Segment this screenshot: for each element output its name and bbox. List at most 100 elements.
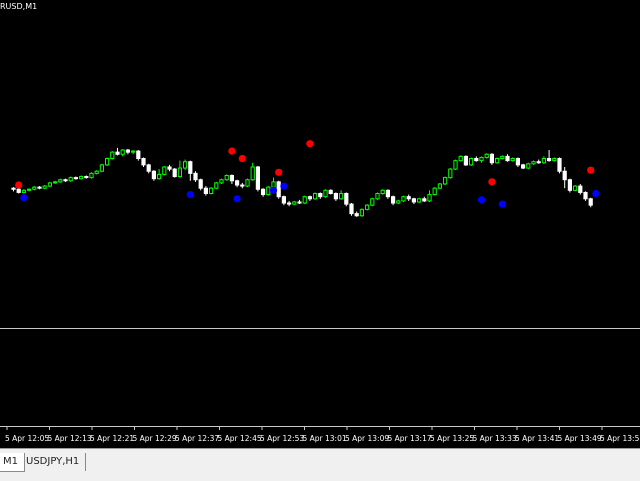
candle-body	[203, 187, 209, 194]
chart-window[interactable]: 5 Apr 12:05 5 Apr 12:13 5 Apr 12:21 5 Apr 1…	[0, 0, 640, 448]
candle-body	[359, 208, 364, 217]
x-tick-label: 5 Apr 13:17	[388, 434, 432, 443]
candle-body	[193, 172, 198, 181]
candle-body	[157, 173, 162, 180]
candle-body	[235, 180, 240, 186]
candle-body	[292, 201, 297, 205]
candle-body	[105, 158, 110, 166]
chart-symbol-label: RUSD,M1	[0, 2, 38, 11]
candle-body	[89, 172, 94, 179]
candle-body	[240, 184, 245, 187]
sell-signal-dot	[228, 147, 236, 155]
candle-body	[396, 200, 401, 204]
candle-body	[463, 155, 468, 166]
candle-body	[484, 153, 489, 158]
candle-body	[562, 170, 567, 181]
x-tick-label: 5 Apr 12:53	[260, 434, 304, 443]
x-tick-label: 5 Apr 12:21	[90, 434, 134, 443]
x-tick-label: 5 Apr 12:13	[48, 434, 92, 443]
candle-body	[115, 151, 120, 155]
candle-body	[411, 198, 416, 203]
x-tick-label: 5 Apr 13:25	[430, 434, 474, 443]
candle-body	[94, 170, 99, 174]
candle-body	[323, 189, 328, 198]
sell-signal-dot	[238, 154, 246, 163]
candle-body	[385, 189, 390, 198]
candle-body	[391, 196, 396, 204]
candle-body	[68, 177, 73, 182]
candle-body	[297, 201, 302, 204]
candle-body	[448, 168, 453, 179]
price-chart[interactable]: 5 Apr 12:055 Apr 12:135 Apr 12:215 Apr 1…	[0, 0, 640, 448]
buy-signal-dot	[186, 190, 194, 199]
candle-body	[11, 187, 16, 190]
candle-body	[541, 158, 546, 164]
candle-body	[406, 196, 411, 200]
candle-body	[287, 202, 292, 205]
candle-body	[53, 181, 58, 184]
candle-body	[588, 198, 593, 206]
candle-body	[531, 161, 536, 165]
buy-signal-dot	[592, 189, 600, 198]
candle-body	[209, 187, 214, 194]
candle-body	[510, 158, 515, 162]
candle-body	[422, 198, 427, 202]
candle-body	[177, 167, 183, 178]
candle-body	[458, 155, 463, 162]
candle-body	[583, 191, 588, 200]
candle-body	[224, 174, 229, 181]
buy-signal-dot	[20, 194, 28, 202]
candle-body	[536, 161, 541, 164]
candle-body	[120, 149, 125, 155]
sell-signal-dot	[306, 140, 314, 148]
candle-body	[437, 183, 442, 189]
candle-body	[365, 204, 370, 210]
candle-body	[505, 155, 510, 162]
candle-body	[479, 156, 484, 162]
candle-body	[214, 182, 219, 189]
candle-body	[58, 179, 63, 183]
candle-body	[47, 182, 52, 187]
candle-body	[495, 158, 500, 164]
candle-body	[417, 198, 422, 203]
candle-body	[339, 193, 344, 200]
buy-signal-dot	[280, 182, 288, 190]
candle-body	[349, 203, 354, 215]
candle-body	[380, 189, 385, 195]
candle-body	[370, 198, 375, 206]
candle-body	[198, 179, 203, 189]
buy-signal-dot	[477, 196, 486, 204]
candle-body	[261, 188, 266, 196]
candle-body	[99, 164, 105, 172]
candle-body	[131, 150, 136, 153]
x-tick-label: 5 Apr 13:41	[515, 434, 559, 443]
x-tick-label: 5 Apr 13:33	[473, 434, 517, 443]
candle-body	[281, 196, 286, 204]
candle-body	[573, 185, 578, 191]
candle-body	[183, 161, 188, 169]
candle-body	[500, 155, 505, 160]
candle-body	[432, 187, 437, 196]
candle-body	[141, 158, 146, 166]
candle-body	[172, 168, 177, 178]
candle-body	[557, 158, 562, 172]
candle-body	[266, 186, 271, 196]
x-tick-label: 5 Apr 13:01	[303, 434, 347, 443]
candle-body	[37, 186, 42, 189]
candle-body	[125, 149, 131, 153]
x-tick-label: 5 Apr 13:09	[345, 434, 389, 443]
candle-body	[167, 166, 172, 170]
chart-tab-bar: M1 USDJPY,H1	[0, 448, 640, 481]
x-tick-label: 5 Apr 12:45	[218, 434, 262, 443]
tab-chart-usdjpy-h1[interactable]: USDJPY,H1	[20, 453, 87, 471]
x-tick-label: 5 Apr 12:37	[175, 434, 219, 443]
candle-body	[552, 158, 557, 162]
candle-body	[110, 151, 115, 160]
candle-body	[313, 193, 318, 200]
candle-body	[245, 179, 250, 187]
candle-body	[443, 177, 448, 185]
candle-body	[333, 193, 338, 200]
candle-body	[16, 188, 21, 193]
candle-body	[255, 166, 260, 190]
candle-body	[27, 188, 32, 191]
